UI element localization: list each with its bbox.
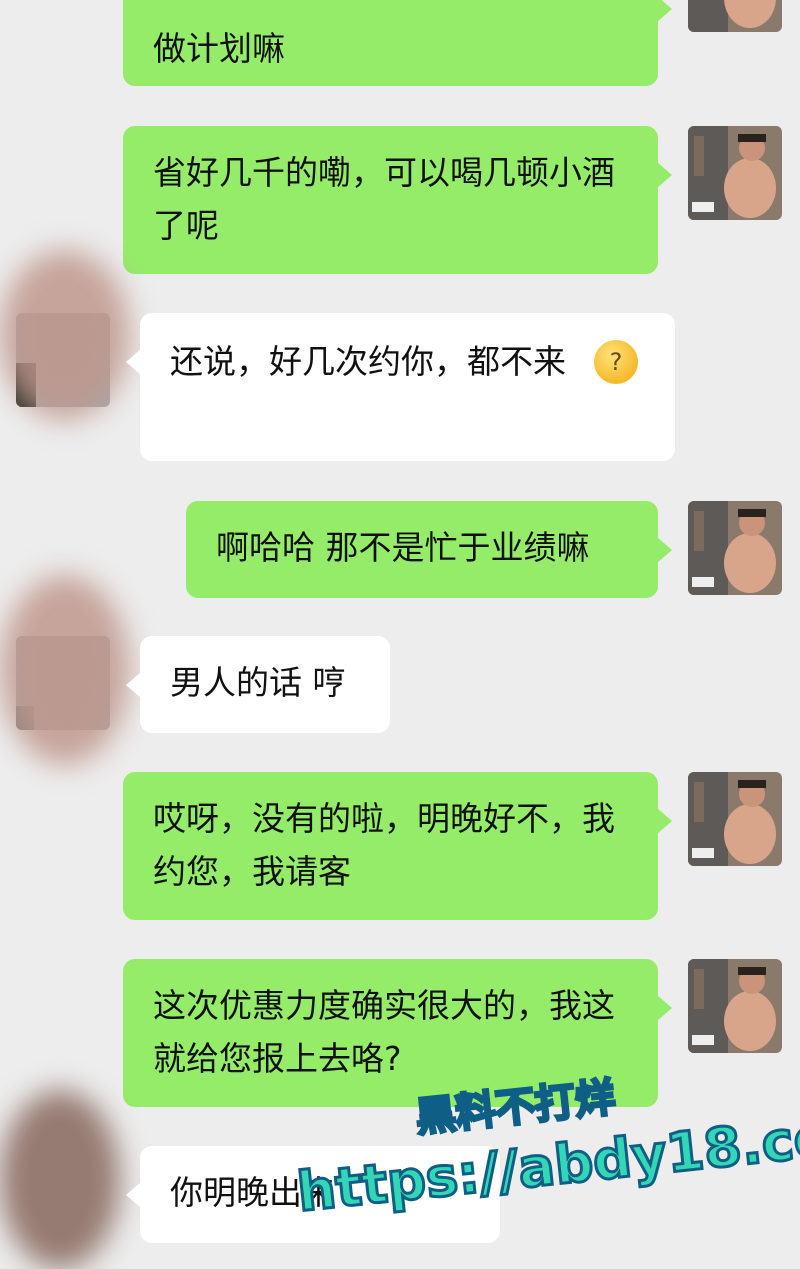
my-avatar[interactable] bbox=[688, 501, 782, 595]
message-text: 省好几千的嘞，可以喝几顿小酒了呢 bbox=[153, 153, 615, 245]
message-bubble-outgoing[interactable]: 哎呀，没有的啦，明晚好不，我约您，我请客 bbox=[123, 772, 672, 920]
blurred-avatar-overlay bbox=[0, 575, 130, 765]
my-avatar[interactable] bbox=[688, 959, 782, 1053]
message-bubble-incoming[interactable]: 还说，好几次约你，都不来? bbox=[126, 313, 675, 461]
blurred-avatar-overlay bbox=[0, 250, 130, 420]
confused-emoji-icon: ? bbox=[594, 339, 638, 384]
message-text: 哎呀，没有的啦，明晚好不，我约您，我请客 bbox=[153, 799, 615, 891]
my-avatar[interactable] bbox=[688, 772, 782, 866]
message-bubble-outgoing[interactable]: 省好几千的嘞，可以喝几顿小酒了呢 bbox=[123, 126, 672, 274]
message-text: 这次优惠力度确实很大的，我这就给您报上去咯? bbox=[153, 986, 615, 1078]
message-text: 啊哈哈 那不是忙于业绩嘛 bbox=[216, 528, 590, 567]
message-text: 还说，好几次约你，都不来 bbox=[170, 342, 566, 381]
my-avatar[interactable] bbox=[688, 126, 782, 220]
my-avatar[interactable] bbox=[688, 0, 782, 32]
blurred-avatar-overlay bbox=[0, 1090, 120, 1269]
message-bubble-incoming[interactable]: 男人的话 哼 bbox=[126, 636, 390, 733]
message-text: 做计划嘛 bbox=[153, 29, 285, 68]
message-text: 男人的话 哼 bbox=[170, 663, 346, 702]
message-bubble-outgoing[interactable]: 做计划嘛 bbox=[123, 0, 672, 86]
message-bubble-outgoing[interactable]: 啊哈哈 那不是忙于业绩嘛 bbox=[186, 501, 672, 598]
